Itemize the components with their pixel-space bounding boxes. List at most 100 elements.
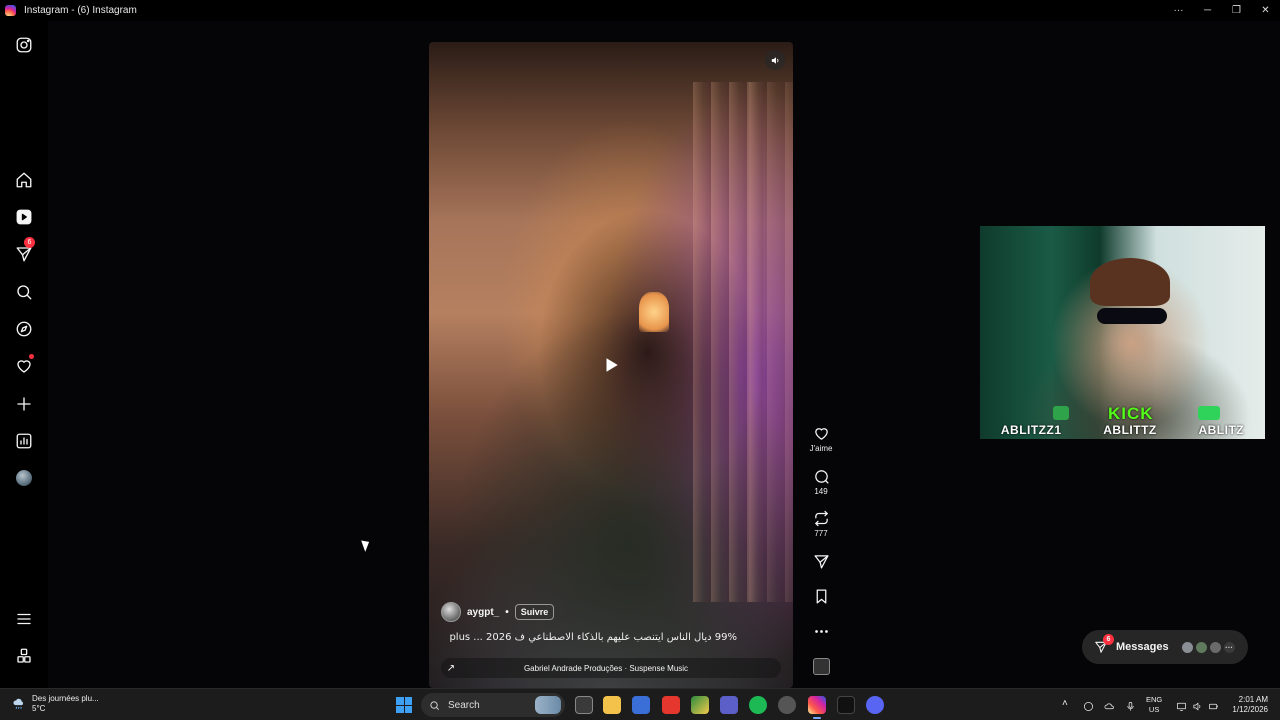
sidebar: 6 (0, 21, 48, 688)
file-explorer-icon[interactable] (603, 696, 621, 714)
close-icon[interactable]: ✕ (1251, 0, 1280, 21)
heart-icon (814, 428, 828, 440)
dashboard-icon[interactable] (12, 429, 36, 453)
clock-time: 2:01 AM (1238, 695, 1268, 704)
start-button[interactable] (396, 697, 412, 713)
language-code: ENG (1146, 695, 1163, 704)
reel-caption[interactable]: 99% ديال الناس ايتنصب عليهم بالذكاء الاص… (441, 632, 781, 643)
menu-icon[interactable] (12, 607, 36, 631)
more-avatars-icon: ··· (1222, 640, 1236, 654)
explore-icon[interactable] (12, 317, 36, 341)
notification-dot (29, 354, 34, 359)
weather-temp: 5°C (32, 704, 46, 713)
video-app-icon[interactable] (662, 696, 680, 714)
home-icon[interactable] (12, 168, 36, 192)
reposts-count: 777 (814, 529, 828, 538)
teams-icon[interactable] (720, 696, 738, 714)
more-horizontal-icon (814, 630, 828, 633)
window-title-bar: Instagram - (6) Instagram ··· ─ ❐ ✕ (0, 0, 1280, 21)
also-from-meta-icon[interactable] (12, 644, 36, 668)
store-icon[interactable] (632, 696, 650, 714)
window-title: Instagram - (6) Instagram (24, 5, 137, 16)
create-icon[interactable] (12, 392, 36, 416)
volume-tray-icon[interactable] (1192, 699, 1203, 711)
microphone-icon[interactable] (1125, 699, 1136, 711)
taskbar: Des journées plu... 5°C Search ˄ ENG US … (0, 688, 1280, 720)
more-options-button[interactable] (805, 623, 837, 640)
kick-logo: KICK (1108, 404, 1154, 423)
search-highlight-icon (535, 696, 561, 714)
reel-video[interactable]: aygpt_ • Suivre 99% ديال الناس ايتنصب عل… (429, 42, 793, 688)
audio-thumbnail[interactable] (805, 658, 837, 675)
search-icon (430, 700, 439, 710)
music-row[interactable]: ↗ Gabriel Andrade Produções · Suspense M… (441, 658, 781, 678)
separator-dot: • (505, 606, 509, 618)
save-button[interactable] (805, 588, 837, 605)
task-view-icon[interactable] (575, 696, 593, 714)
steam-icon[interactable] (778, 696, 796, 714)
author-username[interactable]: aygpt_ (467, 607, 499, 618)
avatar (1208, 640, 1222, 654)
messages-pill[interactable]: 6 Messages ··· (1082, 630, 1248, 664)
language-indicator[interactable]: ENG US (1146, 695, 1162, 715)
repost-icon (814, 510, 828, 527)
show-hidden-icons[interactable]: ˄ (1062, 698, 1068, 709)
window-controls: ··· ─ ❐ ✕ (1164, 0, 1280, 21)
webcam-tag: ABLITZZ1 (1000, 423, 1062, 437)
restore-icon[interactable]: ❐ (1222, 0, 1251, 21)
repost-button[interactable]: 777 (805, 510, 837, 538)
video-scene-curtain (749, 82, 793, 602)
author-avatar[interactable] (441, 602, 461, 622)
reels-icon[interactable] (12, 205, 36, 229)
whatsapp-icon[interactable] (1083, 699, 1094, 711)
messages-icon[interactable]: 6 (12, 237, 36, 266)
messages-pill-label: Messages (1116, 641, 1169, 653)
instagram-taskbar-icon[interactable] (808, 696, 826, 719)
taskbar-search[interactable]: Search (421, 693, 565, 717)
more-icon[interactable]: ··· (1164, 0, 1193, 21)
network-icon[interactable] (1176, 699, 1187, 711)
webcam-badge-left (1053, 406, 1069, 420)
video-scene-lamp (639, 292, 669, 332)
spotify-icon[interactable] (749, 696, 767, 714)
messages-badge: 6 (24, 237, 35, 248)
weather-text: Des journées plu... (32, 694, 99, 703)
discord-icon[interactable] (866, 696, 884, 714)
comment-button[interactable]: 149 (805, 468, 837, 496)
avatar (1194, 640, 1208, 654)
layers-app-icon[interactable] (691, 696, 709, 714)
volume-icon[interactable] (765, 50, 785, 70)
weather-widget[interactable]: Des journées plu... 5°C (12, 694, 99, 714)
messages-send-icon: 6 (1094, 634, 1114, 654)
search-icon[interactable] (12, 280, 36, 304)
webcam-tag: ABLITZ (1198, 423, 1245, 437)
webcam-tag: ABLITTZ (1103, 423, 1157, 437)
rain-cloud-icon (13, 698, 24, 709)
onedrive-icon[interactable] (1104, 699, 1115, 710)
notifications-icon[interactable] (12, 354, 36, 378)
instagram-logo-icon[interactable] (12, 33, 36, 57)
messages-avatars: ··· (1180, 640, 1236, 654)
clock-date: 1/12/2026 (1232, 705, 1268, 714)
share-button[interactable] (805, 553, 837, 570)
send-icon (813, 555, 829, 569)
follow-button[interactable]: Suivre (514, 604, 555, 620)
bookmark-icon (816, 589, 826, 604)
webcam-overlay: KICK ABLITZZ1 ABLITTZ ABLITZ (980, 226, 1265, 439)
comment-icon (814, 470, 829, 484)
play-icon[interactable] (602, 356, 620, 374)
like-button[interactable]: J'aime (805, 425, 837, 453)
reel-info: aygpt_ • Suivre 99% ديال الناس ايتنصب عل… (441, 602, 781, 643)
avatar (1180, 640, 1194, 654)
minimize-icon[interactable]: ─ (1193, 0, 1222, 21)
clock[interactable]: 2:01 AM 1/12/2026 (1226, 695, 1268, 715)
tiktok-icon[interactable] (837, 696, 855, 714)
webcam-badge-right (1198, 406, 1220, 420)
author-row: aygpt_ • Suivre (441, 602, 781, 622)
keyboard-layout: US (1148, 705, 1160, 714)
messages-pill-badge: 6 (1103, 634, 1114, 645)
music-track[interactable]: Gabriel Andrade Produções · Suspense Mus… (461, 664, 781, 673)
profile-avatar[interactable] (12, 466, 36, 490)
battery-icon[interactable] (1208, 699, 1219, 710)
like-label: J'aime (809, 444, 833, 453)
